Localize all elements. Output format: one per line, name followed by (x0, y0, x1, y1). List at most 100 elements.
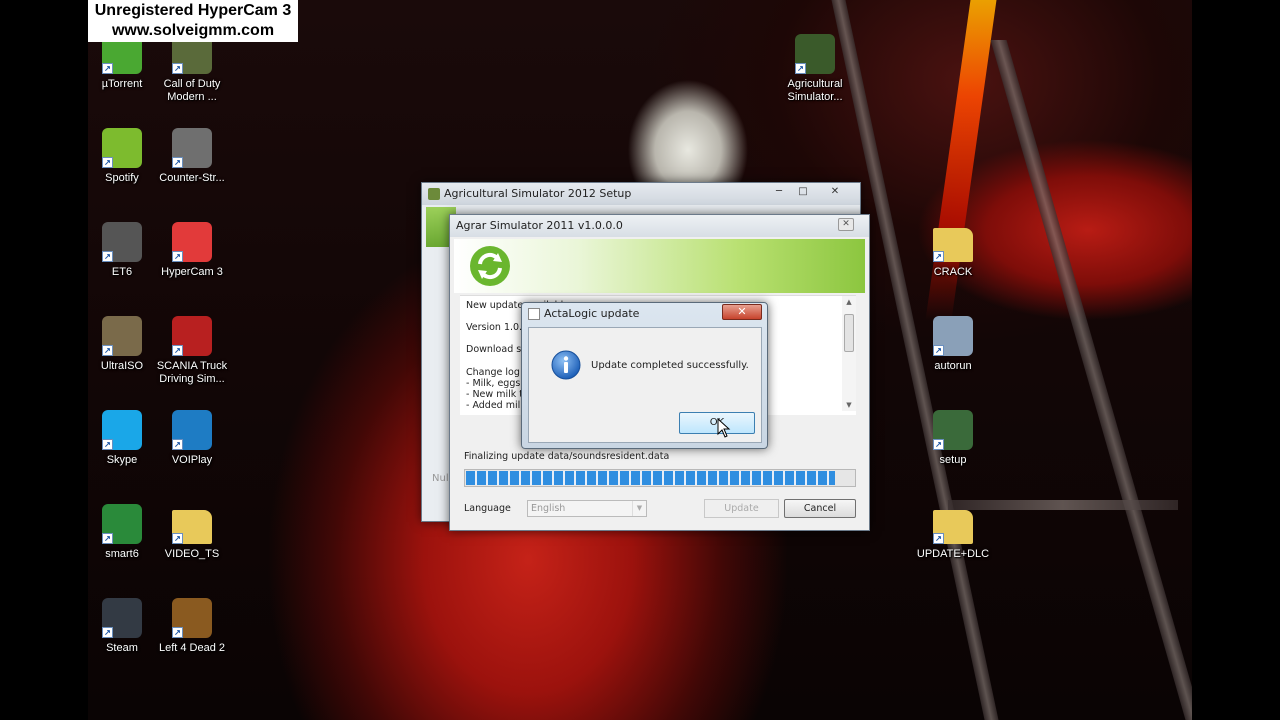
shortcut-arrow-icon: ↗ (933, 439, 944, 450)
desktop-icon-hypercam-3[interactable]: ↗ HyperCam 3 (152, 222, 232, 279)
setup-maximize-button[interactable]: □ (792, 185, 814, 200)
language-select[interactable]: English ▼ (527, 500, 647, 517)
dialog-titlebar[interactable]: ActaLogic update ✕ (522, 303, 767, 325)
folder-icon: ↗ (933, 228, 973, 262)
setup-close-button[interactable]: ✕ (818, 185, 852, 200)
shortcut-arrow-icon: ↗ (172, 439, 183, 450)
dialog-app-icon (528, 308, 540, 320)
shortcut-arrow-icon: ↗ (172, 251, 183, 262)
update-refresh-icon (470, 246, 510, 286)
dialog-close-button[interactable]: ✕ (722, 304, 762, 320)
desktop-icon-label: smart6 (105, 548, 139, 560)
desktop-icon-label: Call of Duty Modern ... (163, 78, 221, 103)
desktop-icon-label: SCANIA Truck Driving Sim... (156, 360, 228, 385)
stage-truss-right (990, 40, 1192, 720)
desktop-icon-label: Left 4 Dead 2 (158, 642, 226, 654)
desktop-icon-crack[interactable]: ↗ CRACK (913, 222, 993, 279)
dialog-title: ActaLogic update (544, 307, 640, 320)
info-scrollbar[interactable]: ▲ ▼ (842, 296, 856, 411)
steam-icon: ↗ (102, 598, 142, 638)
screen: Unregistered HyperCam 3 www.solveigmm.co… (0, 0, 1280, 720)
spotify-icon: ↗ (102, 128, 142, 168)
watermark-line2: www.solveigmm.com (111, 22, 275, 39)
progress-fill (466, 471, 835, 485)
folder-icon: ↗ (933, 510, 973, 544)
dialog-body: Update completed successfully. OK (528, 327, 762, 443)
skype-icon: ↗ (102, 410, 142, 450)
actalogic-dialog[interactable]: ActaLogic update ✕ Update completed succ… (521, 302, 768, 449)
shortcut-arrow-icon: ↗ (172, 63, 183, 74)
shortcut-arrow-icon: ↗ (102, 63, 113, 74)
desktop-icon-label: Agricultural Simulator... (787, 78, 843, 103)
tractor-icon: ↗ (795, 34, 835, 74)
shortcut-arrow-icon: ↗ (933, 533, 944, 544)
info-version: Version 1.0.1 (466, 322, 529, 333)
shortcut-arrow-icon: ↗ (795, 63, 806, 74)
desktop-icon-label: CRACK (933, 266, 973, 278)
info-icon (551, 350, 581, 380)
desktop-icon-label: autorun (934, 360, 972, 372)
voiplay-icon: ↗ (172, 410, 212, 450)
desktop-icon-et6[interactable]: ↗ ET6 (82, 222, 162, 279)
desktop-icon-scania-truck-driving-sim[interactable]: ↗ SCANIA Truck Driving Sim... (152, 316, 232, 386)
desktop-icon-label: ET6 (111, 266, 133, 278)
autorun-icon: ↗ (933, 316, 973, 356)
shortcut-arrow-icon: ↗ (172, 627, 183, 638)
language-selected-value: English (531, 503, 566, 514)
scroll-up-arrow[interactable]: ▲ (842, 296, 856, 308)
ultraiso-icon: ↗ (102, 316, 142, 356)
desktop-icon-agricultural-simulator[interactable]: ↗ Agricultural Simulator... (775, 34, 855, 104)
chevron-down-icon: ▼ (632, 501, 646, 516)
smart6-icon: ↗ (102, 504, 142, 544)
hypercam-icon: ↗ (172, 222, 212, 262)
desktop-icon-left-4-dead-2[interactable]: ↗ Left 4 Dead 2 (152, 598, 232, 655)
setup-fragment-text: Nul (432, 473, 449, 484)
setup-minimize-button[interactable]: ─ (768, 185, 790, 200)
shortcut-arrow-icon: ↗ (102, 627, 113, 638)
et6-icon: ↗ (102, 222, 142, 262)
desktop-icon-setup[interactable]: ↗ setup (913, 410, 993, 467)
desktop-icon-label: Spotify (105, 172, 139, 184)
dialog-message: Update completed successfully. (591, 360, 749, 371)
desktop-icon-steam[interactable]: ↗ Steam (82, 598, 162, 655)
counter-strike-icon: ↗ (172, 128, 212, 168)
shortcut-arrow-icon: ↗ (933, 251, 944, 262)
setup-window-title: Agricultural Simulator 2012 Setup (444, 187, 632, 200)
setup-app-icon (428, 188, 440, 200)
updater-title: Agrar Simulator 2011 v1.0.0.0 (456, 219, 623, 232)
desktop-icon-label: setup (939, 454, 967, 466)
desktop-icon-video-ts[interactable]: ↗ VIDEO_TS (152, 504, 232, 561)
scania-truck-icon: ↗ (172, 316, 212, 356)
update-button[interactable]: Update (704, 499, 779, 518)
updater-close-button[interactable]: ✕ (838, 218, 854, 231)
watermark-line1: Unregistered HyperCam 3 (94, 2, 292, 19)
desktop-icon-skype[interactable]: ↗ Skype (82, 410, 162, 467)
desktop-icon-call-of-duty-modern[interactable]: ↗ Call of Duty Modern ... (152, 34, 232, 104)
cancel-button[interactable]: Cancel (784, 499, 856, 518)
updater-banner (454, 239, 865, 293)
setup-icon: ↗ (933, 410, 973, 450)
desktop-icon-label: Steam (106, 642, 138, 654)
desktop-icon-label: UltraISO (100, 360, 144, 372)
folder-icon: ↗ (172, 510, 212, 544)
shortcut-arrow-icon: ↗ (172, 533, 183, 544)
desktop-icon-voiplay[interactable]: ↗ VOIPlay (152, 410, 232, 467)
desktop-icon-label: µTorrent (101, 78, 143, 90)
hypercam-watermark: Unregistered HyperCam 3 www.solveigmm.co… (88, 0, 298, 42)
scroll-thumb[interactable] (844, 314, 854, 352)
setup-window-titlebar[interactable]: Agricultural Simulator 2012 Setup ─ □ ✕ (422, 183, 860, 205)
desktop-icon-counter-str[interactable]: ↗ Counter-Str... (152, 128, 232, 185)
scroll-down-arrow[interactable]: ▼ (842, 399, 856, 411)
updater-titlebar[interactable]: Agrar Simulator 2011 v1.0.0.0 ✕ (450, 215, 869, 237)
shortcut-arrow-icon: ↗ (172, 345, 183, 356)
left4dead2-icon: ↗ (172, 598, 212, 638)
desktop-icon-autorun[interactable]: ↗ autorun (913, 316, 993, 373)
desktop-icon-ultraiso[interactable]: ↗ UltraISO (82, 316, 162, 373)
desktop-icon-label: VIDEO_TS (164, 548, 220, 560)
shortcut-arrow-icon: ↗ (933, 345, 944, 356)
desktop-icon-update-dlc[interactable]: ↗ UPDATE+DLC (913, 504, 993, 561)
desktop-icon-smart6[interactable]: ↗ smart6 (82, 504, 162, 561)
shortcut-arrow-icon: ↗ (102, 157, 113, 168)
desktop-icon-torrent[interactable]: ↗ µTorrent (82, 34, 162, 91)
desktop-icon-spotify[interactable]: ↗ Spotify (82, 128, 162, 185)
